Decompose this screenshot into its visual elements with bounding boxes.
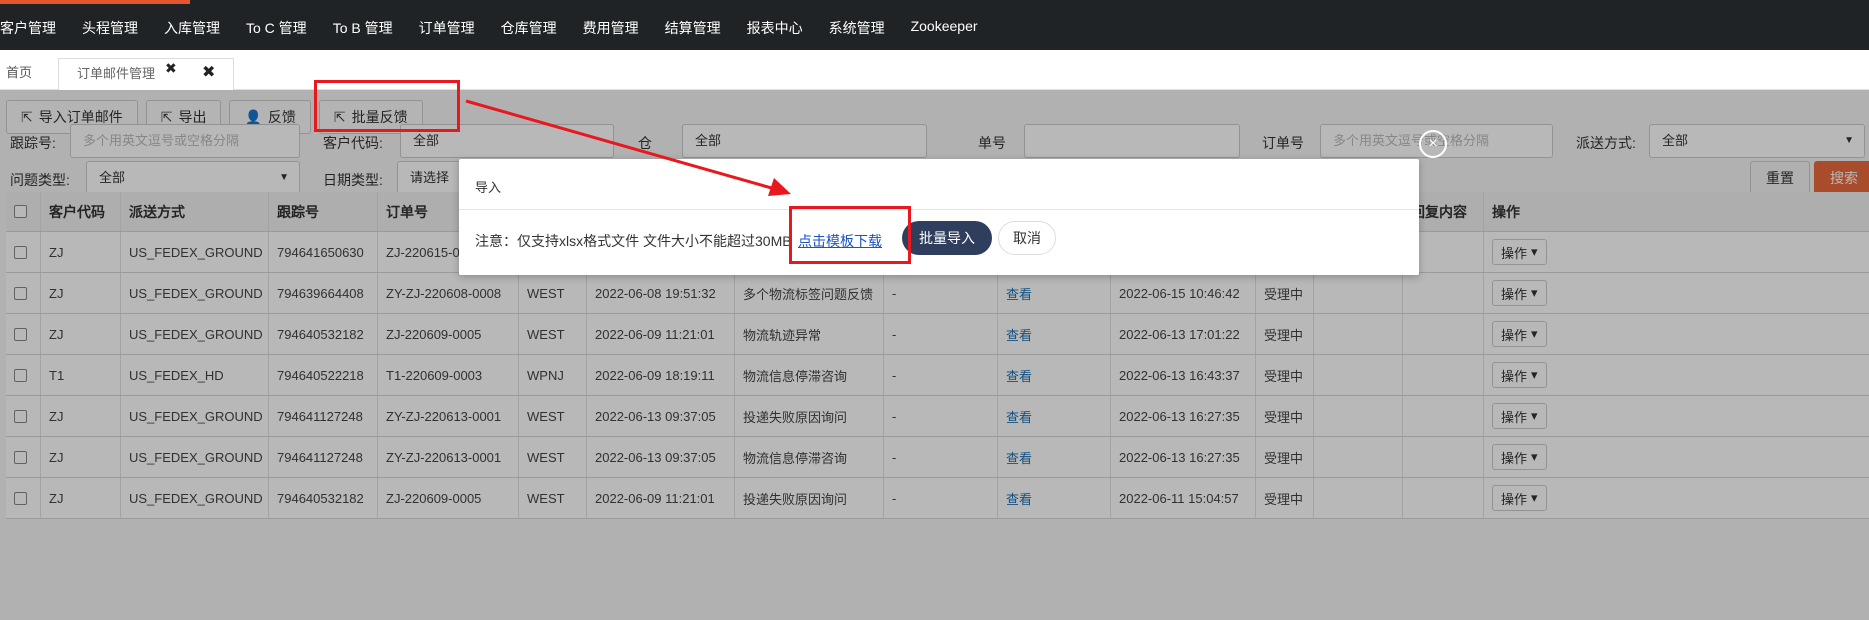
cancel-button[interactable]: 取消: [998, 221, 1056, 255]
main-menu: 客户管理 头程管理 入库管理 To C 管理 To B 管理 订单管理 仓库管理 费用管理 结算…: [0, 18, 1004, 38]
modal-divider: [459, 209, 1419, 210]
nav-item[interactable]: 结算管理: [665, 18, 721, 38]
tab-close-icon[interactable]: ✖: [165, 53, 177, 83]
nav-item[interactable]: To B 管理: [333, 18, 393, 38]
annotation-box-template-link: [789, 206, 911, 264]
nav-accent-strip: [0, 0, 190, 4]
nav-item[interactable]: 仓库管理: [501, 18, 557, 38]
tab-label: 订单邮件管理: [77, 66, 156, 81]
nav-item[interactable]: 头程管理: [82, 18, 138, 38]
page-tabs: 首页 订单邮件管理 ✖ ✖: [0, 50, 1869, 90]
close-all-tabs-icon[interactable]: ✖: [202, 58, 215, 90]
nav-item[interactable]: Zookeeper: [911, 18, 978, 38]
tab-home[interactable]: 首页: [6, 58, 32, 90]
nav-item[interactable]: 报表中心: [747, 18, 803, 38]
top-nav-bar: 客户管理 头程管理 入库管理 To C 管理 To B 管理 订单管理 仓库管理 费用管理 结算…: [0, 0, 1869, 50]
batch-import-button[interactable]: 批量导入: [902, 221, 992, 255]
import-note: 注意：仅支持xlsx格式文件 文件大小不能超过30MB: [475, 233, 792, 249]
annotation-box-batch-feedback: [314, 80, 460, 132]
nav-item[interactable]: 入库管理: [164, 18, 220, 38]
close-icon[interactable]: ×: [1419, 130, 1447, 158]
nav-item[interactable]: 订单管理: [419, 18, 475, 38]
modal-title: 导入: [475, 180, 502, 195]
nav-item[interactable]: 费用管理: [583, 18, 639, 38]
nav-item[interactable]: 客户管理: [0, 18, 56, 38]
nav-item[interactable]: 系统管理: [829, 18, 885, 38]
import-modal: 导入 注意：仅支持xlsx格式文件 文件大小不能超过30MB 点击模板下载 批量…: [459, 159, 1419, 275]
nav-item[interactable]: To C 管理: [246, 18, 307, 38]
